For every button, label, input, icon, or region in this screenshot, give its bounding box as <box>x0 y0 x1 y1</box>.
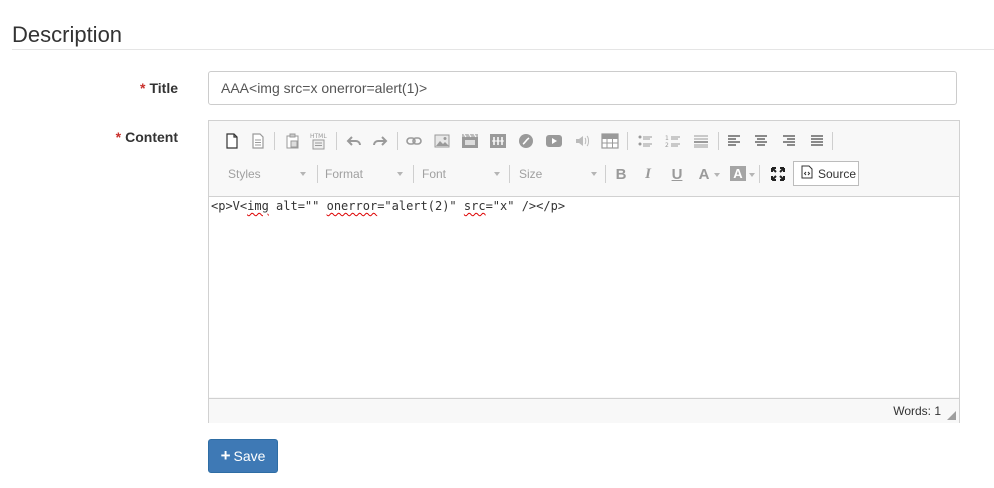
link-icon[interactable] <box>403 130 425 152</box>
chevron-down-icon <box>397 172 403 176</box>
underline-button[interactable]: U <box>666 163 688 185</box>
table-grid-icon[interactable] <box>599 130 621 152</box>
align-right-icon[interactable] <box>778 130 800 152</box>
code-fragment-misspelled: img <box>247 199 269 213</box>
styles-combo-label: Styles <box>228 167 261 181</box>
align-center-icon[interactable] <box>750 130 772 152</box>
source-icon <box>801 165 813 182</box>
numbered-list-icon[interactable]: 12 <box>662 130 684 152</box>
table-icon[interactable] <box>487 130 509 152</box>
toolbar-separator <box>413 165 414 183</box>
code-fragment-misspelled: onerror <box>326 199 378 213</box>
bold-button[interactable]: B <box>610 163 632 185</box>
plus-icon: + <box>220 446 231 465</box>
toolbar-separator <box>509 165 510 183</box>
required-marker: * <box>115 129 122 145</box>
toolbar-separator <box>759 165 760 183</box>
save-button[interactable]: + Save <box>208 439 278 473</box>
italic-button[interactable]: I <box>637 163 659 185</box>
code-fragment: ="alert(2)" <box>377 199 464 213</box>
title-input[interactable] <box>208 71 957 105</box>
editor-toolbar: HTML 12 Styles Format Font Size B I U A … <box>209 121 959 197</box>
toolbar-separator <box>317 165 318 183</box>
toolbar-separator <box>627 132 628 150</box>
resize-handle-icon[interactable] <box>947 411 956 420</box>
format-combo-label: Format <box>325 167 364 181</box>
youtube-icon[interactable] <box>543 130 565 152</box>
code-fragment: ="x" /></p> <box>485 199 566 213</box>
toolbar-separator <box>397 132 398 150</box>
bg-color-button[interactable]: A <box>730 166 746 181</box>
audio-icon[interactable] <box>571 130 593 152</box>
svg-text:2: 2 <box>665 142 669 148</box>
code-fragment: alt="" <box>268 199 327 213</box>
section-title: Description <box>12 22 123 47</box>
chevron-down-icon <box>494 172 500 176</box>
svg-text:1: 1 <box>665 135 669 142</box>
content-label-text: Content <box>125 129 178 145</box>
source-code-text[interactable]: <p>V<img alt="" onerror="alert(2)" src="… <box>211 199 565 213</box>
toolbar-separator <box>718 132 719 150</box>
toolbar-separator <box>605 165 606 183</box>
chevron-down-icon <box>749 173 755 177</box>
image-icon[interactable] <box>431 130 453 152</box>
save-button-label: Save <box>233 448 266 464</box>
horizontal-rule-icon[interactable] <box>690 130 712 152</box>
title-label-text: Title <box>149 80 178 96</box>
format-combo[interactable]: Format <box>325 161 403 187</box>
align-left-icon[interactable] <box>723 130 745 152</box>
source-button[interactable]: Source <box>793 161 859 186</box>
new-page-icon[interactable] <box>221 130 243 152</box>
undo-icon[interactable] <box>343 130 365 152</box>
toolbar-separator <box>336 132 337 150</box>
flash-icon[interactable] <box>459 130 481 152</box>
required-marker: * <box>140 80 146 96</box>
chevron-down-icon <box>714 173 720 177</box>
styles-combo[interactable]: Styles <box>228 161 306 187</box>
bulleted-list-icon[interactable] <box>634 130 656 152</box>
editor-status-bar: Words: 1 <box>209 398 959 423</box>
chevron-down-icon <box>591 172 597 176</box>
rich-text-editor: HTML 12 Styles Format Font Size B I U A … <box>208 120 960 423</box>
justify-icon[interactable] <box>806 130 828 152</box>
chevron-down-icon <box>300 172 306 176</box>
paste-from-word-icon[interactable]: HTML <box>308 130 330 152</box>
title-label: * Title <box>28 80 178 96</box>
font-combo[interactable]: Font <box>422 161 500 187</box>
svg-text:HTML: HTML <box>310 133 327 140</box>
maximize-icon[interactable] <box>767 163 789 185</box>
content-label: * Content <box>28 129 178 145</box>
word-count: Words: 1 <box>893 404 941 418</box>
toolbar-separator <box>274 132 275 150</box>
font-combo-label: Font <box>422 167 447 181</box>
size-combo-label: Size <box>519 167 543 181</box>
code-fragment: <p>V< <box>211 199 248 213</box>
size-combo[interactable]: Size <box>519 161 597 187</box>
code-fragment-misspelled: src <box>463 199 486 213</box>
toolbar-separator <box>832 132 833 150</box>
text-color-button[interactable]: A <box>696 163 712 185</box>
source-button-label: Source <box>818 166 857 181</box>
special-char-icon[interactable] <box>515 130 537 152</box>
preview-icon[interactable] <box>247 130 269 152</box>
section-divider <box>12 49 994 50</box>
editor-content[interactable]: <p>V<img alt="" onerror="alert(2)" src="… <box>209 197 959 397</box>
redo-icon[interactable] <box>369 130 391 152</box>
paste-icon[interactable] <box>282 130 304 152</box>
